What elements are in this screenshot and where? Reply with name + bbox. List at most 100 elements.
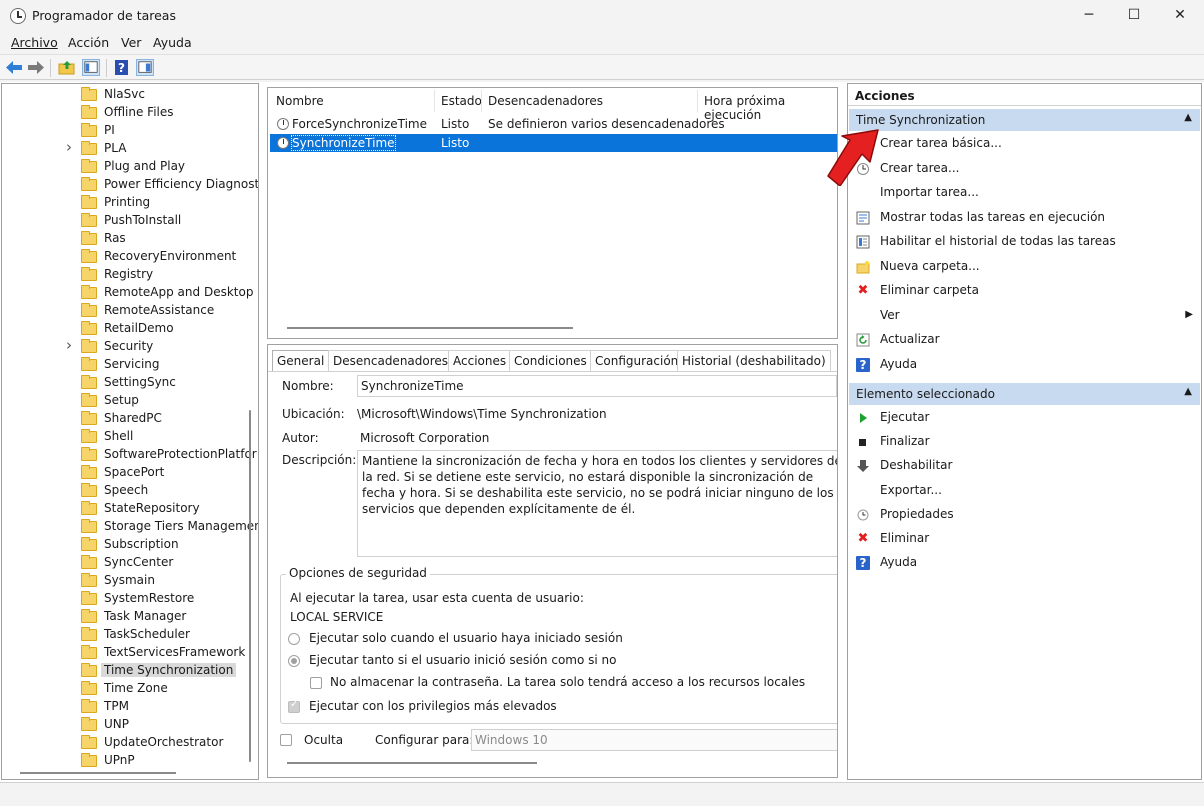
tree-item[interactable]: UPnP xyxy=(2,752,258,770)
tab-settings[interactable]: Configuración xyxy=(590,350,684,371)
tree-item[interactable]: SharedPC xyxy=(2,410,258,428)
tree-item[interactable]: Time Zone xyxy=(2,680,258,698)
tree-item[interactable]: TPM xyxy=(2,698,258,716)
tree-item[interactable]: Printing xyxy=(2,194,258,212)
folder-actions-section-header[interactable]: Time Synchronization ▲ xyxy=(849,109,1200,131)
column-header-triggers[interactable]: Desencadenadores xyxy=(488,94,603,108)
tree-item[interactable]: › Security xyxy=(2,336,258,356)
action-item[interactable]: Exportar... xyxy=(848,480,1201,502)
maximize-button[interactable]: ☐ xyxy=(1111,0,1157,32)
action-item[interactable]: Nueva carpeta... xyxy=(848,256,1201,278)
tree-item[interactable]: Ras xyxy=(2,230,258,248)
action-item[interactable]: Crear tarea... xyxy=(848,158,1201,180)
tree-item[interactable]: RemoteAssistance xyxy=(2,302,258,320)
back-arrow-icon[interactable] xyxy=(5,59,23,76)
tree-item[interactable]: Sysmain xyxy=(2,572,258,590)
selected-item-section-header[interactable]: Elemento seleccionado ▲ xyxy=(849,383,1200,405)
column-separator[interactable] xyxy=(481,90,482,112)
action-item[interactable]: Mostrar todas las tareas en ejecución xyxy=(848,207,1201,229)
tree-item[interactable]: Registry xyxy=(2,266,258,284)
tree-item[interactable]: Servicing xyxy=(2,356,258,374)
highest-privileges-checkbox[interactable] xyxy=(288,699,300,713)
tab-conditions[interactable]: Condiciones xyxy=(509,350,592,371)
tree-item[interactable]: TextServicesFramework xyxy=(2,644,258,662)
task-list-horizontal-scrollbar[interactable] xyxy=(287,327,573,329)
tree-item[interactable]: SystemRestore xyxy=(2,590,258,608)
action-item[interactable]: Ejecutar xyxy=(848,407,1201,429)
name-field[interactable]: SynchronizeTime xyxy=(357,375,837,397)
tree-item[interactable]: Power Efficiency Diagnost xyxy=(2,176,258,194)
show-hide-console-tree-icon[interactable] xyxy=(82,59,100,76)
column-separator[interactable] xyxy=(434,90,435,112)
description-field[interactable]: Mantiene la sincronización de fecha y ho… xyxy=(357,450,837,557)
run-whether-logged-on-radio[interactable] xyxy=(288,655,300,667)
no-store-password-checkbox[interactable] xyxy=(310,677,322,689)
tree-horizontal-scrollbar[interactable] xyxy=(20,772,176,774)
minimize-button[interactable]: ─ xyxy=(1066,0,1112,32)
tree-item[interactable]: RecoveryEnvironment xyxy=(2,248,258,266)
tree-item[interactable]: Setup xyxy=(2,392,258,410)
action-item[interactable]: Actualizar xyxy=(848,329,1201,351)
action-item[interactable]: Importar tarea... xyxy=(848,182,1201,204)
tree-item[interactable]: Storage Tiers Managemen xyxy=(2,518,258,536)
tree-item[interactable]: Plug and Play xyxy=(2,158,258,176)
menu-ver[interactable]: Ver xyxy=(121,35,141,50)
tab-general[interactable]: General xyxy=(272,350,330,371)
up-folder-icon[interactable] xyxy=(58,59,76,76)
tree-item[interactable]: Task Manager xyxy=(2,608,258,626)
expand-chevron-icon[interactable]: › xyxy=(66,336,72,354)
action-item[interactable]: Crear tarea básica... xyxy=(848,133,1201,155)
action-item[interactable]: ? Ayuda xyxy=(848,354,1201,376)
help-icon[interactable]: ? xyxy=(113,59,131,76)
action-item[interactable]: Finalizar xyxy=(848,431,1201,453)
tree-item[interactable]: PI xyxy=(2,122,258,140)
run-logged-on-radio[interactable] xyxy=(288,633,300,645)
menu-ayuda[interactable]: Ayuda xyxy=(153,35,192,50)
tree-item[interactable]: SettingSync xyxy=(2,374,258,392)
show-hide-action-pane-icon[interactable] xyxy=(136,59,154,76)
configure-for-select[interactable]: Windows 10 xyxy=(471,729,837,751)
tree-item[interactable]: SyncCenter xyxy=(2,554,258,572)
tree-item[interactable]: UpdateOrchestrator xyxy=(2,734,258,752)
tree-item[interactable]: SoftwareProtectionPlatfor xyxy=(2,446,258,464)
tree-item[interactable]: UNP xyxy=(2,716,258,734)
tab-history[interactable]: Historial (deshabilitado) xyxy=(677,350,831,371)
forward-arrow-icon[interactable] xyxy=(27,59,45,76)
menu-accion[interactable]: Acción xyxy=(68,35,109,50)
tree-item[interactable]: Subscription xyxy=(2,536,258,554)
tree-item[interactable]: TaskScheduler xyxy=(2,626,258,644)
action-item[interactable]: ? Ayuda xyxy=(848,552,1201,574)
action-item[interactable]: ✖ Eliminar carpeta xyxy=(848,280,1201,302)
tree-item[interactable]: › PLA xyxy=(2,138,258,158)
collapse-icon[interactable]: ▲ xyxy=(1184,112,1192,123)
action-item[interactable]: Habilitar el historial de todas las tare… xyxy=(848,231,1201,253)
column-header-status[interactable]: Estado xyxy=(441,94,482,108)
hidden-checkbox[interactable] xyxy=(280,734,292,746)
details-horizontal-scrollbar[interactable] xyxy=(287,762,537,764)
expand-chevron-icon[interactable]: › xyxy=(66,138,72,156)
tree-item[interactable]: Speech xyxy=(2,482,258,500)
tree-item-selected[interactable]: Time Synchronization xyxy=(2,662,258,680)
tree-item[interactable]: PushToInstall xyxy=(2,212,258,230)
task-row-selected[interactable]: SynchronizeTime Listo xyxy=(270,134,837,152)
tree-vertical-scrollbar[interactable] xyxy=(249,410,251,762)
collapse-icon[interactable]: ▲ xyxy=(1184,386,1192,397)
action-item[interactable]: Ver ▶ xyxy=(848,305,1201,327)
tab-triggers[interactable]: Desencadenadores xyxy=(328,350,454,371)
tab-actions[interactable]: Acciones xyxy=(448,350,512,371)
close-button[interactable]: ✕ xyxy=(1157,0,1203,32)
menu-archivo[interactable]: Archivo xyxy=(11,35,58,50)
tree-item[interactable]: SpacePort xyxy=(2,464,258,482)
action-item[interactable]: Propiedades xyxy=(848,504,1201,526)
action-item[interactable]: ✖ Eliminar xyxy=(848,528,1201,550)
column-separator[interactable] xyxy=(697,90,698,112)
tree-item[interactable]: RemoteApp and Desktop C xyxy=(2,284,258,302)
tree-item[interactable]: Shell xyxy=(2,428,258,446)
tree-item[interactable]: StateRepository xyxy=(2,500,258,518)
tree-item[interactable]: Offline Files xyxy=(2,104,258,122)
column-header-name[interactable]: Nombre xyxy=(276,94,324,108)
tree-item[interactable]: NlaSvc xyxy=(2,86,258,104)
tree-item[interactable]: RetailDemo xyxy=(2,320,258,338)
action-item[interactable]: Deshabilitar xyxy=(848,455,1201,477)
task-row[interactable]: ForceSynchronizeTime Listo Se definieron… xyxy=(270,115,837,133)
